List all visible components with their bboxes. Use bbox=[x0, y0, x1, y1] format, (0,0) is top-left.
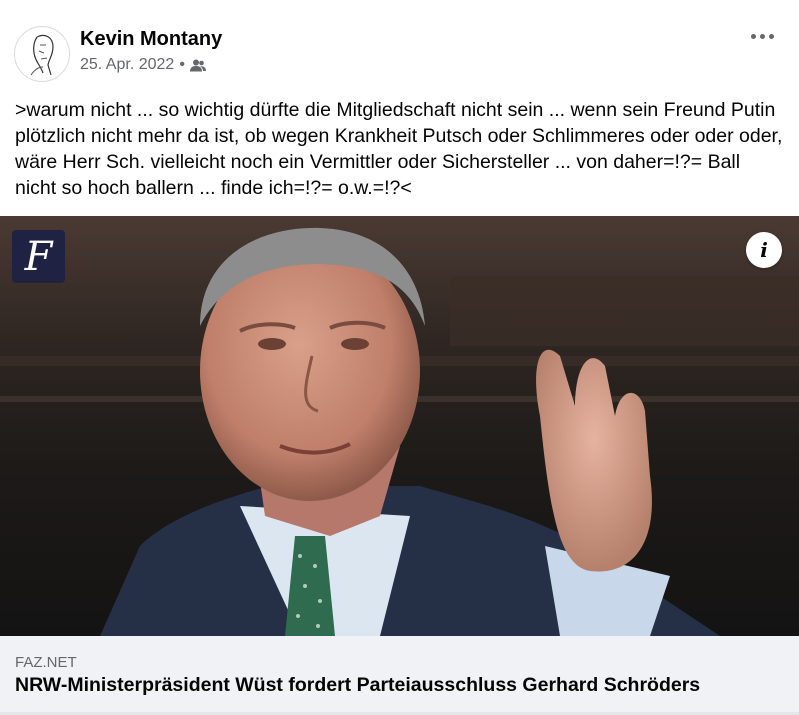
friends-icon bbox=[189, 59, 206, 71]
publisher-logo-icon: F bbox=[12, 230, 65, 283]
meta-separator: • bbox=[179, 56, 185, 73]
author-name[interactable]: Kevin Montany bbox=[80, 28, 222, 51]
post-text: >warum nicht ... so wichtig dürfte die M… bbox=[15, 99, 783, 199]
post-card: Kevin Montany 25. Apr. 2022 • >warum nic… bbox=[0, 0, 799, 715]
link-preview-card[interactable]: FAZ.NET NRW-Ministerpräsident Wüst forde… bbox=[0, 636, 799, 712]
info-icon[interactable]: i bbox=[746, 232, 782, 268]
link-preview-image[interactable] bbox=[0, 216, 799, 636]
post-meta: 25. Apr. 2022 • bbox=[80, 56, 206, 74]
more-options-icon[interactable] bbox=[747, 26, 777, 46]
link-domain: FAZ.NET bbox=[15, 654, 77, 671]
post-header: Kevin Montany 25. Apr. 2022 • bbox=[0, 0, 799, 90]
post-date[interactable]: 25. Apr. 2022 bbox=[80, 56, 174, 74]
dot bbox=[750, 33, 756, 39]
dot bbox=[759, 33, 765, 39]
dot bbox=[768, 33, 774, 39]
avatar-sketch bbox=[30, 34, 54, 76]
avatar[interactable] bbox=[14, 26, 70, 82]
link-headline[interactable]: NRW-Ministerpräsident Wüst fordert Parte… bbox=[15, 674, 700, 697]
photo-illustration bbox=[0, 216, 799, 636]
